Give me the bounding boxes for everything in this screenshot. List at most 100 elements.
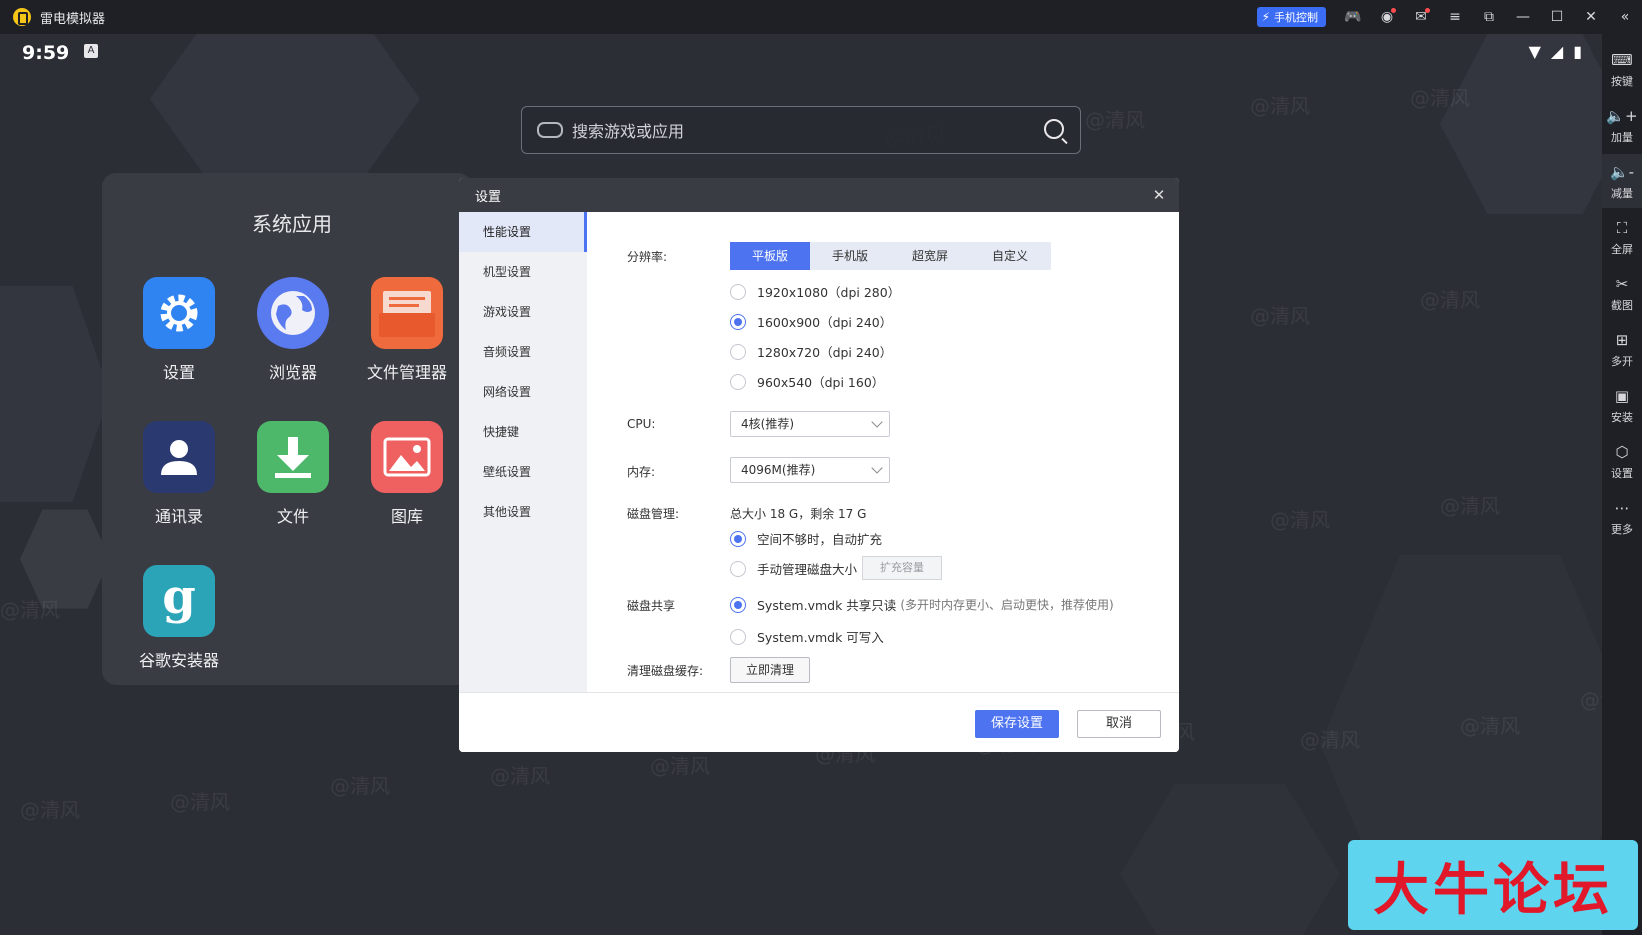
- toolbar-more-button[interactable]: ⋯ 更多: [1602, 490, 1642, 544]
- memory-value: 4096M(推荐): [741, 463, 816, 477]
- toolbar-multi-instance-button[interactable]: ⊞ 多开: [1602, 322, 1642, 376]
- multi-window-icon: ⊞: [1615, 331, 1629, 349]
- disk-share-label: 磁盘共享: [627, 599, 676, 613]
- clear-cache-button[interactable]: 立即清理: [730, 657, 810, 683]
- disk-auto-option[interactable]: 空间不够时，自动扩充: [730, 529, 882, 548]
- app-gallery[interactable]: 图库: [352, 421, 462, 527]
- toolbar-screenshot-button[interactable]: ✂ 截图: [1602, 266, 1642, 320]
- phone-control-label: 手机控制: [1274, 11, 1318, 24]
- app-label: 文件管理器: [366, 363, 447, 382]
- gamepad-icon[interactable]: 🎮: [1336, 0, 1370, 34]
- toolbar-volume-up-button[interactable]: 🔈+ 加量: [1602, 98, 1642, 152]
- collapse-sidebar-icon[interactable]: «: [1608, 0, 1642, 34]
- toolbar-label: 按键: [1611, 75, 1633, 88]
- toolbar-settings-button[interactable]: ⬡ 设置: [1602, 434, 1642, 488]
- nav-shortcuts[interactable]: 快捷键: [459, 412, 587, 452]
- search-bar[interactable]: 搜索游戏或应用: [521, 106, 1081, 154]
- disk-manual-option[interactable]: 手动管理磁盘大小: [730, 559, 857, 578]
- resolution-option[interactable]: 1600x900（dpi 240）: [730, 312, 892, 331]
- gamepad-icon: [537, 122, 563, 138]
- app-settings[interactable]: 设置: [124, 277, 234, 383]
- restore-window-icon[interactable]: ⧉: [1472, 0, 1506, 34]
- dialog-title: 设置: [475, 189, 502, 205]
- mail-icon[interactable]: ✉: [1404, 0, 1438, 34]
- watermark: @清风: [1460, 714, 1520, 738]
- toolbar-install-apk-button[interactable]: ▣ 安装: [1602, 378, 1642, 432]
- app-contacts[interactable]: 通讯录: [124, 421, 234, 527]
- disk-info: 总大小 18 G，剩余 17 G: [730, 507, 867, 521]
- app-browser[interactable]: 浏览器: [238, 277, 348, 383]
- watermark: @清风: [330, 774, 390, 798]
- nav-game[interactable]: 游戏设置: [459, 292, 587, 332]
- chevron-down-icon: [871, 416, 883, 428]
- background-hexagon: [1440, 34, 1602, 214]
- dialog-header: 设置 ✕: [459, 178, 1179, 212]
- toolbar-label: 多开: [1611, 355, 1633, 368]
- status-time: 9:59: [22, 42, 70, 64]
- radio-button[interactable]: [730, 313, 746, 330]
- close-icon[interactable]: ✕: [1574, 0, 1608, 34]
- watermark: @清风: [1250, 304, 1310, 328]
- nav-performance[interactable]: 性能设置: [459, 212, 587, 252]
- nav-device-model[interactable]: 机型设置: [459, 252, 587, 292]
- resolution-option[interactable]: 960x540（dpi 160）: [730, 372, 884, 391]
- radio-button[interactable]: [730, 373, 746, 390]
- forum-banner: 大牛论坛: [1348, 840, 1638, 930]
- close-icon[interactable]: ✕: [1149, 185, 1169, 205]
- app-file-manager[interactable]: 文件管理器: [352, 277, 462, 383]
- apk-icon: ▣: [1614, 387, 1630, 405]
- phone-control-button[interactable]: ⚡ 手机控制: [1256, 7, 1326, 27]
- toolbar-label: 更多: [1611, 523, 1633, 536]
- radio-button[interactable]: [730, 283, 746, 300]
- resolution-option[interactable]: 1280x720（dpi 240）: [730, 342, 892, 361]
- settings-dialog: 设置 ✕ 性能设置 机型设置 游戏设置 音频设置 网络设置 快捷键 壁纸设置 其…: [459, 178, 1179, 752]
- watermark: @清风: [1270, 508, 1330, 532]
- disk-share-writable-option[interactable]: System.vmdk 可写入: [730, 627, 884, 646]
- option-hint: (多开时内存更小、启动更快，推荐使用): [900, 598, 1114, 612]
- disk-share-readonly-option[interactable]: System.vmdk 共享只读 (多开时内存更小、启动更快，推荐使用): [730, 595, 1114, 614]
- forum-banner-text: 大牛论坛: [1373, 857, 1613, 923]
- app-title: 雷电模拟器: [40, 11, 106, 27]
- search-icon[interactable]: [1044, 119, 1064, 139]
- expand-capacity-button[interactable]: 扩充容量: [862, 556, 942, 580]
- maximize-icon[interactable]: ☐: [1540, 0, 1574, 34]
- resolution-option[interactable]: 1920x1080（dpi 280）: [730, 282, 900, 301]
- app-google-installer[interactable]: g 谷歌安装器: [124, 565, 234, 671]
- radio-button[interactable]: [730, 628, 746, 645]
- radio-button[interactable]: [730, 560, 746, 577]
- minimize-icon[interactable]: —: [1506, 0, 1540, 34]
- background-hexagon: [1120, 784, 1340, 935]
- nav-network[interactable]: 网络设置: [459, 372, 587, 412]
- cancel-button[interactable]: 取消: [1077, 710, 1161, 738]
- battery-icon: ▮: [1573, 42, 1582, 61]
- watermark: @清风: [490, 764, 550, 788]
- app-label: 设置: [162, 363, 195, 382]
- toolbar-volume-down-button[interactable]: 🔈- 减量: [1602, 154, 1642, 208]
- tab-custom[interactable]: 自定义: [970, 242, 1050, 270]
- nav-other[interactable]: 其他设置: [459, 492, 587, 532]
- app-label: 文件: [276, 507, 309, 526]
- memory-label: 内存:: [627, 465, 656, 479]
- toolbar-keymap-button[interactable]: ⌨ 按键: [1602, 42, 1642, 96]
- nav-wallpaper[interactable]: 壁纸设置: [459, 452, 587, 492]
- nav-audio[interactable]: 音频设置: [459, 332, 587, 372]
- app-label: 浏览器: [268, 363, 317, 382]
- tab-ultrawide[interactable]: 超宽屏: [890, 242, 970, 270]
- radio-button[interactable]: [730, 530, 746, 547]
- toolbar-fullscreen-button[interactable]: ⛶ 全屏: [1602, 210, 1642, 264]
- radio-button[interactable]: [730, 343, 746, 360]
- app-logo-icon: [13, 8, 31, 26]
- cpu-select[interactable]: 4核(推荐): [730, 411, 890, 437]
- radio-button[interactable]: [730, 596, 746, 613]
- watermark: @清风: [1250, 94, 1310, 118]
- tab-phone[interactable]: 手机版: [810, 242, 890, 270]
- option-label: 960x540（dpi 160）: [757, 375, 885, 390]
- notification-dot: [1425, 8, 1430, 13]
- menu-icon[interactable]: ≡: [1438, 0, 1472, 34]
- save-button[interactable]: 保存设置: [975, 710, 1059, 738]
- memory-select[interactable]: 4096M(推荐): [730, 457, 890, 483]
- app-files[interactable]: 文件: [238, 421, 348, 527]
- user-icon[interactable]: ◉: [1370, 0, 1404, 34]
- tab-tablet[interactable]: 平板版: [730, 242, 810, 270]
- toolbar-label: 截图: [1611, 299, 1633, 312]
